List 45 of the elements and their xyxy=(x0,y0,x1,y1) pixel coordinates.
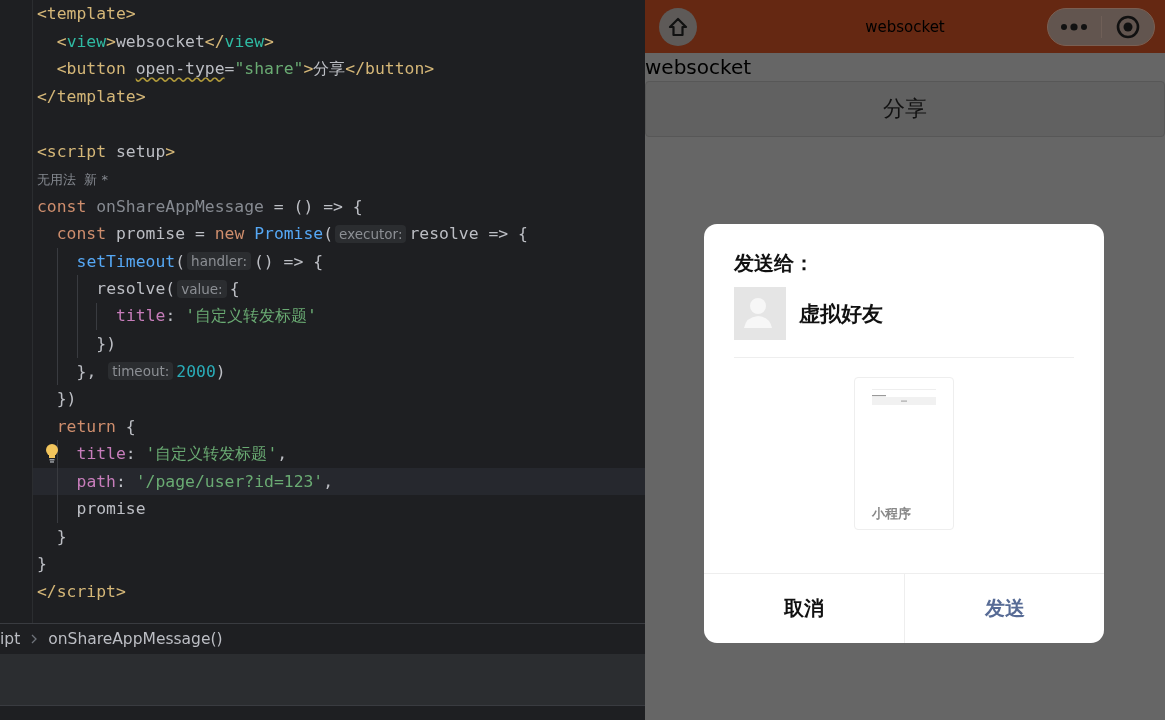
code-text: () => { xyxy=(253,251,324,271)
page-text: websocket xyxy=(645,55,752,79)
home-icon xyxy=(667,15,689,38)
home-button[interactable] xyxy=(659,7,697,46)
code-text: promise xyxy=(76,499,146,519)
more-icon[interactable] xyxy=(1060,22,1089,31)
code-text: <button open-type="share">分享</button> xyxy=(56,57,435,80)
breadcrumb-item[interactable]: ipt xyxy=(0,630,21,648)
code-text: </template> xyxy=(37,86,146,106)
code-text: }, xyxy=(76,361,98,381)
code-text: }) xyxy=(96,334,116,354)
code-text: 2000) xyxy=(176,361,226,381)
code-text: title: '自定义转发标题' xyxy=(116,305,317,328)
cancel-button[interactable]: 取消 xyxy=(704,574,904,643)
preview-thumbnail-drawing xyxy=(872,388,936,408)
inlay-hint: handler: xyxy=(187,252,251,271)
code-text: setTimeout( xyxy=(76,251,186,271)
usage-hint: 无用法 新 * xyxy=(37,170,108,189)
chevron-icon xyxy=(30,634,39,644)
card-label: 小程序 xyxy=(872,505,911,523)
code-text: <template> xyxy=(37,4,136,24)
inlay-hint: value: xyxy=(177,279,227,298)
code-text: title: '自定义转发标题', xyxy=(76,442,288,465)
code-text: resolve( xyxy=(96,279,176,299)
inlay-hint: executor: xyxy=(335,224,407,243)
code-text: } xyxy=(37,554,47,574)
code-text: path: '/page/user?id=123', xyxy=(76,471,334,491)
avatar-icon xyxy=(734,287,786,340)
friend-name: 虚拟好友 xyxy=(799,300,883,328)
code-text: { xyxy=(229,279,240,299)
code-text: <view>websocket</view> xyxy=(56,31,274,51)
code-text: <script setup> xyxy=(37,141,176,161)
code-text: }) xyxy=(56,389,77,409)
inlay-hint: timeout: xyxy=(108,362,174,381)
breadcrumb-item[interactable]: onShareAppMessage() xyxy=(48,630,223,648)
code-text: } xyxy=(56,526,67,546)
code-text: resolve => { xyxy=(409,224,528,244)
code-text: const promise = new Promise( xyxy=(56,224,334,244)
dialog-title: 发送给： xyxy=(734,251,814,275)
code-text: return { xyxy=(56,416,136,436)
nav-title: websocket xyxy=(865,17,945,36)
send-button[interactable]: 发送 xyxy=(904,574,1104,643)
code-text: const onShareAppMessage = () => { xyxy=(37,196,363,216)
code-text: </script> xyxy=(37,581,126,601)
lightbulb-icon[interactable] xyxy=(45,443,59,463)
